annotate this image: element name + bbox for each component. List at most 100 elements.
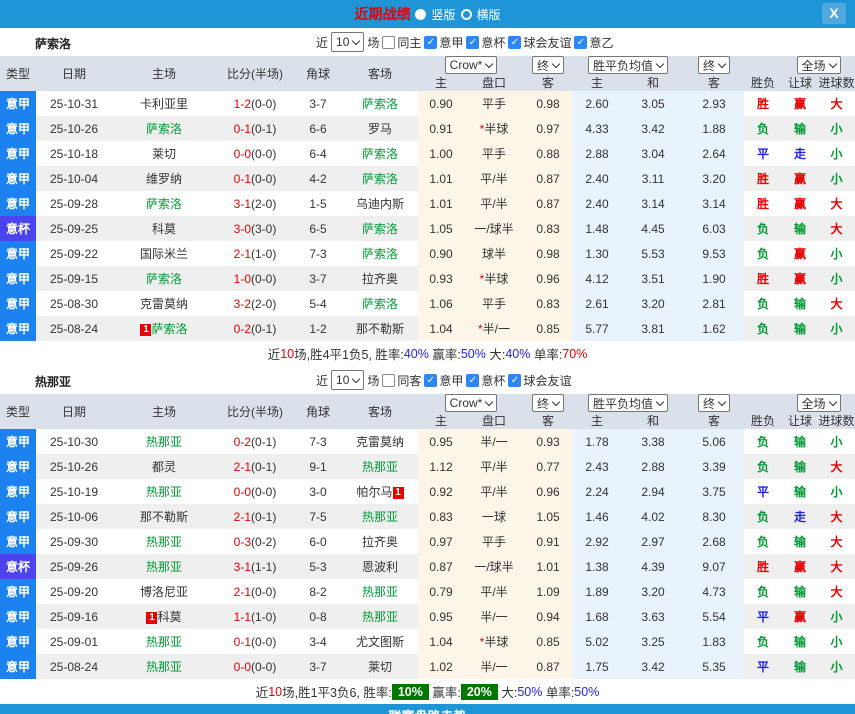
scope-select[interactable]: 全场 xyxy=(797,56,841,74)
avg-select[interactable]: 胜平负均值 xyxy=(588,394,668,412)
league-filter-意乙[interactable]: ✓意乙 xyxy=(574,34,613,51)
col-wdl: 胜负 xyxy=(744,74,782,91)
odds-final-select[interactable]: 终 xyxy=(532,56,564,74)
type-badge: 意甲 xyxy=(0,316,36,341)
summary-segment: 近 xyxy=(268,344,281,363)
result-handicap: 输 xyxy=(782,291,818,316)
odds-company-select[interactable]: Crow* xyxy=(445,56,498,74)
checkbox-icon[interactable]: ✓ xyxy=(466,374,479,387)
handicap-value: 平手 xyxy=(464,141,524,166)
full-time-score: 0-0 xyxy=(234,485,251,499)
home-team-name: 都灵 xyxy=(152,460,176,474)
home-team: 1萨索洛 xyxy=(112,316,216,341)
horizontal-radio[interactable] xyxy=(461,9,472,20)
league-filter-意杯[interactable]: ✓意杯 xyxy=(466,372,505,389)
avg-final-select[interactable]: 终 xyxy=(698,394,730,412)
same-venue-filter[interactable]: 同主 xyxy=(382,34,421,51)
checkbox-icon[interactable]: ✓ xyxy=(508,374,521,387)
match-score: 3-0(3-0) xyxy=(216,216,294,241)
col-corner: 角球 xyxy=(294,394,342,429)
result-handicap: 走 xyxy=(782,141,818,166)
league-filter-意甲[interactable]: ✓意甲 xyxy=(424,34,463,51)
away-team-name: 热那亚 xyxy=(362,460,398,474)
full-time-score: 0-2 xyxy=(234,435,251,449)
checkbox-icon[interactable]: ✓ xyxy=(574,36,587,49)
summary-segment: 50% xyxy=(574,685,599,699)
col-handicap: 盘口 xyxy=(464,412,524,429)
checkbox-icon[interactable]: ✓ xyxy=(508,36,521,49)
avg-draw: 3.14 xyxy=(622,191,684,216)
vertical-radio[interactable] xyxy=(415,9,426,20)
chevron-down-icon xyxy=(828,397,836,405)
handicap-value: 平/半 xyxy=(464,166,524,191)
home-team-name: 萨索洛 xyxy=(146,197,182,211)
league-filter-意甲[interactable]: ✓意甲 xyxy=(424,372,463,389)
odds-home: 1.12 xyxy=(418,454,464,479)
full-time-score: 0-1 xyxy=(234,122,251,136)
league-filter-球会友谊[interactable]: ✓球会友谊 xyxy=(508,372,571,389)
col-away: 客场 xyxy=(342,394,418,429)
match-count-select[interactable]: 10 xyxy=(331,32,364,52)
handicap-value: 半/一 xyxy=(464,604,524,629)
checkbox-icon[interactable] xyxy=(382,36,395,49)
table-row: 意甲25-10-26萨索洛0-1(0-1)6-6罗马0.91*半球0.974.3… xyxy=(0,116,855,141)
odds-company-select[interactable]: Crow* xyxy=(445,394,498,412)
match-count-select[interactable]: 10 xyxy=(331,370,364,390)
avg-draw: 3.05 xyxy=(622,91,684,116)
away-team-name: 热那亚 xyxy=(362,585,398,599)
result-handicap: 输 xyxy=(782,579,818,604)
away-team: 拉齐奥 xyxy=(342,266,418,291)
avg-draw: 3.38 xyxy=(622,429,684,454)
avg-draw: 3.20 xyxy=(622,291,684,316)
result-wdl: 负 xyxy=(744,529,782,554)
avg-final-select[interactable]: 终 xyxy=(698,56,730,74)
match-date: 25-08-24 xyxy=(36,316,112,341)
odds-away: 0.87 xyxy=(524,654,572,679)
type-badge: 意甲 xyxy=(0,654,36,679)
avg-home: 1.75 xyxy=(572,654,622,679)
scope-select[interactable]: 全场 xyxy=(797,394,841,412)
away-team: 热那亚 xyxy=(342,579,418,604)
summary-segment: 10 xyxy=(268,685,282,699)
avg-home: 2.24 xyxy=(572,479,622,504)
handicap-value: 平/半 xyxy=(464,454,524,479)
avg-away: 1.88 xyxy=(684,116,744,141)
checkbox-icon[interactable]: ✓ xyxy=(424,374,437,387)
corner-score: 1-5 xyxy=(294,191,342,216)
league-filter-球会友谊[interactable]: ✓球会友谊 xyxy=(508,34,571,51)
col-odds-away: 客 xyxy=(524,412,572,429)
avg-select[interactable]: 胜平负均值 xyxy=(588,56,668,74)
checkbox-icon[interactable]: ✓ xyxy=(424,36,437,49)
type-badge: 意甲 xyxy=(0,479,36,504)
away-team: 热那亚 xyxy=(342,454,418,479)
col-let: 让球 xyxy=(782,412,818,429)
home-team-name: 维罗纳 xyxy=(146,172,182,186)
col-odds-home: 主 xyxy=(418,74,464,91)
away-team-name: 克雷莫纳 xyxy=(356,435,404,449)
vertical-radio-label[interactable]: 竖版 xyxy=(431,6,455,23)
odds-home: 1.04 xyxy=(418,629,464,654)
match-score: 2-1(0-0) xyxy=(216,579,294,604)
handicap-value: 平/半 xyxy=(464,479,524,504)
table-row: 意甲25-08-30克雷莫纳3-2(2-0)5-4萨索洛1.06平手0.832.… xyxy=(0,291,855,316)
games-label: 场 xyxy=(367,372,379,389)
full-time-score: 3-1 xyxy=(234,197,251,211)
result-wdl: 负 xyxy=(744,429,782,454)
close-icon[interactable]: X xyxy=(822,3,846,24)
checkbox-icon[interactable] xyxy=(382,374,395,387)
result-goals: 大 xyxy=(818,191,855,216)
full-time-score: 2-1 xyxy=(234,460,251,474)
horizontal-radio-label[interactable]: 横版 xyxy=(477,6,501,23)
col-type: 类型 xyxy=(0,394,36,429)
odds-final-select[interactable]: 终 xyxy=(532,394,564,412)
avg-home: 2.61 xyxy=(572,291,622,316)
away-team: 热那亚 xyxy=(342,604,418,629)
handicap-value: 平手 xyxy=(464,529,524,554)
filter-group: 近10场同客✓意甲✓意杯✓球会友谊 xyxy=(316,370,571,390)
checkbox-icon[interactable]: ✓ xyxy=(466,36,479,49)
full-time-score: 1-1 xyxy=(234,610,251,624)
near-label: 近 xyxy=(316,34,328,51)
league-filter-意杯[interactable]: ✓意杯 xyxy=(466,34,505,51)
same-venue-filter[interactable]: 同客 xyxy=(382,372,421,389)
summary-segment: 赢率: xyxy=(429,682,461,701)
